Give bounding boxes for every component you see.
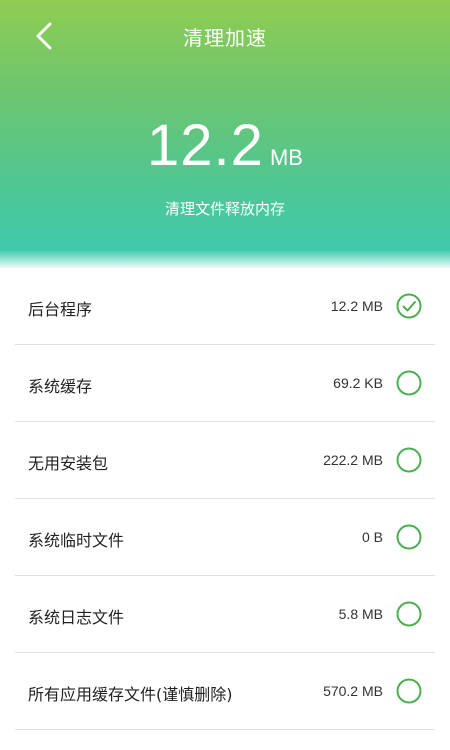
list-item-size: 0 B	[361, 529, 383, 545]
checkbox[interactable]	[396, 678, 422, 704]
checkbox[interactable]	[396, 601, 422, 627]
list-item-temp-files[interactable]: 系统临时文件 0 B	[15, 499, 435, 576]
list-item-system-cache[interactable]: 系统缓存 69.2 KB	[15, 345, 435, 422]
list-item-label: 后台程序	[28, 300, 93, 319]
list-item-size: 222.2 MB	[323, 452, 383, 468]
list-item-label: 系统缓存	[28, 377, 93, 396]
total-size-display: 12.2 MB	[0, 112, 450, 179]
checkbox[interactable]	[396, 370, 422, 396]
checkbox[interactable]	[396, 447, 422, 473]
list-item-unused-packages[interactable]: 无用安装包 222.2 MB	[15, 422, 435, 499]
list-item-log-files[interactable]: 系统日志文件 5.8 MB	[15, 576, 435, 653]
header-banner: 清理加速 12.2 MB 清理文件释放内存	[0, 0, 450, 268]
list-item-all-app-cache[interactable]: 所有应用缓存文件(谨慎删除) 570.2 MB	[15, 653, 435, 730]
cleanup-list: 后台程序 12.2 MB 系统缓存 69.2 KB 无用安装包 222.2 MB…	[0, 268, 450, 730]
list-item-size: 570.2 MB	[323, 683, 383, 699]
circle-icon	[396, 601, 422, 627]
header-subtitle: 清理文件释放内存	[164, 200, 285, 218]
check-circle-icon	[396, 293, 422, 319]
list-item-label: 系统临时文件	[28, 531, 125, 550]
list-item-size: 5.8 MB	[338, 606, 383, 622]
page-title: 清理加速	[183, 26, 267, 50]
checkbox[interactable]	[396, 293, 422, 319]
list-item-size: 69.2 KB	[333, 375, 383, 391]
circle-icon	[396, 447, 422, 473]
list-item-label: 所有应用缓存文件(谨慎删除)	[28, 685, 233, 704]
list-item-label: 无用安装包	[28, 454, 109, 473]
circle-icon	[396, 370, 422, 396]
checkbox[interactable]	[396, 524, 422, 550]
total-size-value: 12.2	[147, 113, 264, 178]
circle-icon	[396, 678, 422, 704]
list-item-background-apps[interactable]: 后台程序 12.2 MB	[15, 268, 435, 345]
list-item-label: 系统日志文件	[28, 608, 125, 627]
circle-icon	[396, 524, 422, 550]
list-item-size: 12.2 MB	[330, 298, 383, 314]
total-size-unit: MB	[269, 145, 303, 170]
header-fade	[0, 250, 450, 268]
